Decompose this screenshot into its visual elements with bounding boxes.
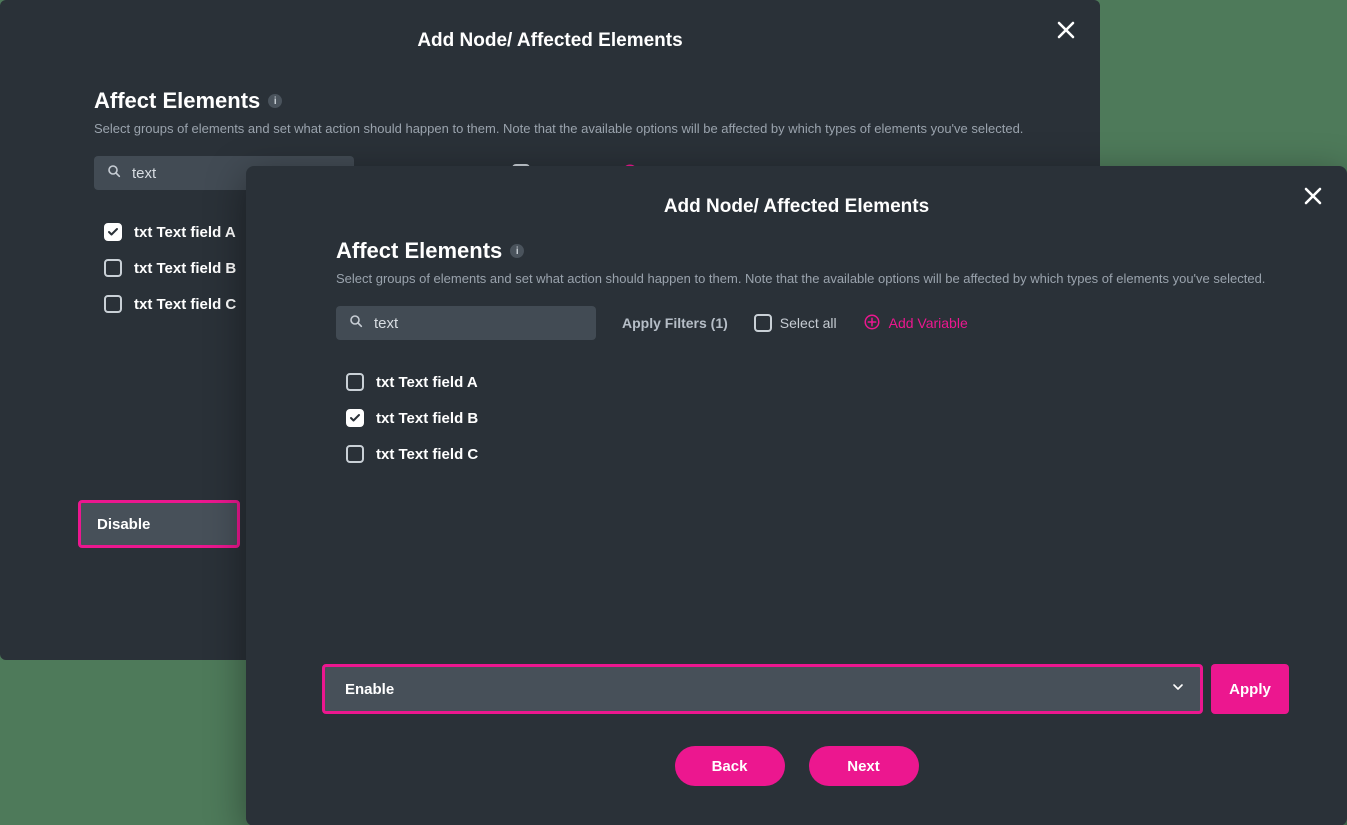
element-checkbox[interactable] [346,373,364,391]
element-item[interactable]: txt Text field C [346,436,1347,472]
modal-title: Add Node/ Affected Elements [0,0,1100,52]
element-checkbox[interactable] [104,259,122,277]
search-icon [106,163,122,184]
section-title: Affect Elements i [336,238,524,264]
element-label: txt Text field A [376,374,478,391]
element-checkbox[interactable] [104,223,122,241]
action-select-value: Enable [345,681,394,698]
chevron-down-icon [1170,679,1186,699]
action-select[interactable]: Enable [322,664,1203,714]
search-input-wrap[interactable] [336,306,596,340]
element-item[interactable]: txt Text field A [346,364,1347,400]
element-checkbox[interactable] [104,295,122,313]
back-button[interactable]: Back [675,746,785,786]
modal-title: Add Node/ Affected Elements [246,166,1347,218]
element-checkbox[interactable] [346,445,364,463]
close-button[interactable] [1054,18,1078,42]
search-icon [348,313,364,334]
action-select[interactable]: Disable [78,500,240,548]
element-checkbox[interactable] [346,409,364,427]
search-input[interactable] [374,315,584,332]
element-label: txt Text field B [134,260,236,277]
select-all-checkbox[interactable] [754,314,772,332]
element-label: txt Text field B [376,410,478,427]
close-icon [1054,29,1078,46]
apply-filters-link[interactable]: Apply Filters (1) [622,315,728,331]
modal-affected-elements-front: Add Node/ Affected Elements Affect Eleme… [246,166,1347,825]
element-label: txt Text field C [376,446,478,463]
close-button[interactable] [1301,184,1325,208]
section-title: Affect Elements i [94,88,282,114]
element-label: txt Text field C [134,296,236,313]
element-label: txt Text field A [134,224,236,241]
section-description: Select groups of elements and set what a… [246,264,1347,288]
close-icon [1301,195,1325,212]
elements-list: txt Text field A txt Text field B txt Te… [246,340,1347,472]
select-all-label: Select all [780,315,837,331]
action-select-value: Disable [97,516,150,533]
apply-button[interactable]: Apply [1211,664,1289,714]
next-button[interactable]: Next [809,746,919,786]
add-variable-button[interactable]: Add Variable [863,313,968,334]
section-description: Select groups of elements and set what a… [0,114,1100,138]
info-icon[interactable]: i [268,94,282,108]
plus-circle-icon [863,313,881,334]
element-item[interactable]: txt Text field B [346,400,1347,436]
info-icon[interactable]: i [510,244,524,258]
